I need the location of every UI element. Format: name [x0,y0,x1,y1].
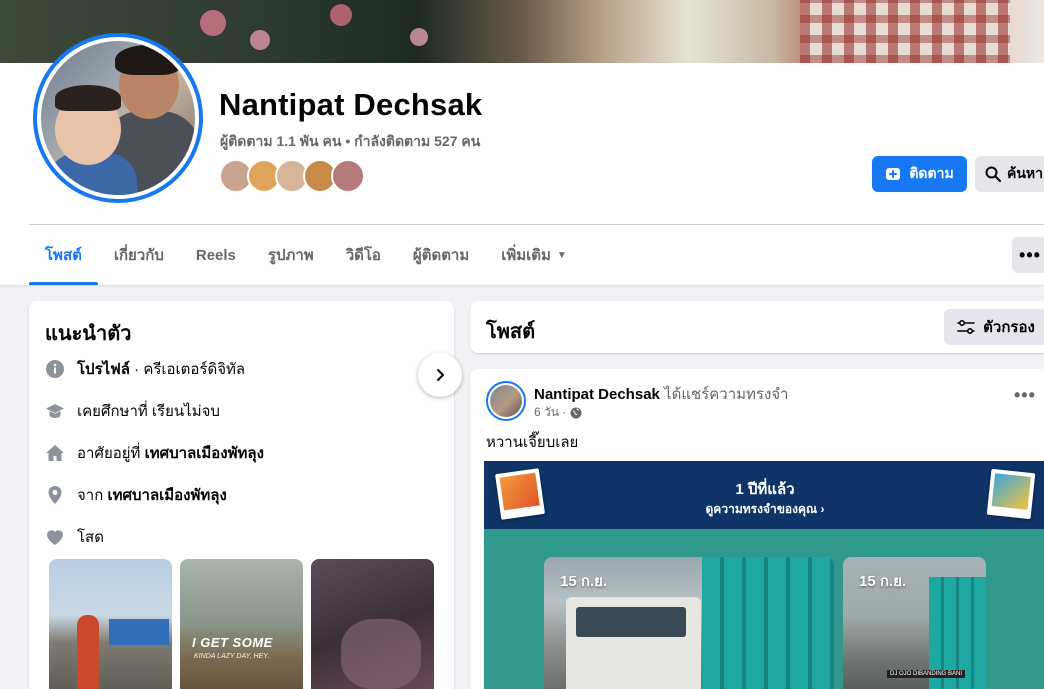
intro-item-relationship: โสด [45,525,104,549]
filter-sliders-icon [957,319,975,335]
follow-plus-icon [886,168,901,180]
profile-name: Nantipat Dechsak [219,87,483,122]
follower-avatar[interactable] [331,159,365,193]
cover-plaid-shirt [800,0,1010,63]
cover-flower [330,4,352,26]
follow-button-label: ติดตาม [909,165,954,181]
memory-photo-date: 15 ก.ย. [859,573,907,590]
post-card: Nantipat Dechsak ได้แชร์ความทรงจำ 6 วัน … [470,369,1044,689]
post-meta: 6 วัน · [534,403,582,422]
intro-item-text: จาก [77,487,108,504]
tab-photos[interactable]: รูปภาพ [252,225,330,285]
memory-link-text: ดูความทรงจำของคุณ [705,502,818,516]
cover-flower [410,28,428,46]
intro-item-lives-in: อาศัยอยู่ที่ เทศบาลเมืองพัทลุง [45,441,264,465]
tab-posts[interactable]: โพสต์ [29,225,98,285]
tab-more[interactable]: เพิ่มเติม ▼ [485,225,583,285]
memory-photo-caption: DJ OJO DIBANDING BANI [887,670,966,678]
tab-reels[interactable]: Reels [180,225,252,285]
more-options-button[interactable]: ••• [1012,237,1044,273]
post-action-text: ได้แชร์ความทรงจำ [659,386,789,403]
home-icon [45,443,65,463]
intro-title: แนะนำตัว [45,323,132,345]
avatar-photo [41,41,195,195]
post-author-name[interactable]: Nantipat Dechsak [534,386,660,403]
profile-tabs: โพสต์ เกี่ยวกับ Reels รูปภาพ วิดีโอ ผู้ต… [29,225,583,285]
cover-flower [250,30,270,50]
search-button[interactable]: ค้นหา [975,156,1044,192]
intro-item-from: จาก เทศบาลเมืองพัทลุง [45,483,227,507]
post-author-avatar[interactable] [486,381,526,421]
intro-card: แนะนำตัว โปรไฟล์ · ครีเอเตอร์ดิจิทัล เคย… [29,301,454,689]
intro-item-text: เคยศึกษาที่ เรียนไม่จบ [77,403,220,420]
post-options-button[interactable]: ••• [1014,385,1036,406]
profile-header: Nantipat Dechsak ผู้ติดตาม 1.1 พัน คน • … [0,33,1044,285]
intro-item-profile: โปรไฟล์ · ครีเอเตอร์ดิจิทัล [45,357,245,381]
tab-label: วิดีโอ [345,247,381,264]
highlight-subtitle: KINDA LAZY DAY, HEY. [194,653,270,660]
heart-icon [45,527,65,547]
follow-button[interactable]: ติดตาม [872,156,967,192]
memory-photo-date: 15 ก.ย. [560,573,608,590]
posts-header-card: โพสต์ ตัวกรอง [470,301,1044,353]
intro-item-text: โสด [77,529,104,546]
location-pin-icon [45,485,65,505]
profile-follow-stats[interactable]: ผู้ติดตาม 1.1 พัน คน • กำลังติดตาม 527 ค… [220,131,480,153]
tab-videos[interactable]: วิดีโอ [330,225,397,285]
follower-avatars [219,159,365,193]
tab-followers[interactable]: ผู้ติดตาม [397,225,485,285]
memory-view-link[interactable]: ดูความทรงจำของคุณ › [484,500,1044,519]
chevron-right-icon [437,369,444,381]
filter-button[interactable]: ตัวกรอง [944,309,1044,345]
memory-card[interactable]: 1 ปีที่แล้ว ดูความทรงจำของคุณ › 15 ก.ย. … [484,461,1044,689]
tab-label: รูปภาพ [267,247,314,264]
post-text: หวานเจี๊ยบเลย [486,434,579,451]
post-timestamp[interactable]: 6 วัน · [534,403,566,422]
tab-label: Reels [195,246,236,264]
memory-photo[interactable]: 15 ก.ย. DJ OJO DIBANDING BANI [843,557,986,689]
excavator-shape [702,557,834,689]
highlight-thumbnail[interactable]: I GET SOME KINDA LAZY DAY, HEY. [180,559,303,689]
intro-item-bold[interactable]: โปรไฟล์ [77,361,130,378]
highlight-title: I GET SOME [192,635,273,650]
filter-button-label: ตัวกรอง [983,319,1035,336]
intro-item-text: · ครีเอเตอร์ดิจิทัล [130,361,246,378]
tab-label: โพสต์ [45,247,82,264]
highlight-thumbnail[interactable] [311,559,434,689]
cover-flower [200,10,226,36]
intro-item-text: อาศัยอยู่ที่ [77,445,145,462]
posts-title: โพสต์ [486,321,536,343]
tab-label: เพิ่มเติม [501,247,551,264]
highlights-next-button[interactable] [418,353,462,397]
memory-photo[interactable]: 15 ก.ย. [544,557,834,689]
globe-icon [570,407,582,418]
featured-highlights: I GET SOME KINDA LAZY DAY, HEY. [49,559,434,689]
search-button-label: ค้นหา [1007,165,1044,181]
memory-banner: 1 ปีที่แล้ว ดูความทรงจำของคุณ › [484,461,1044,529]
profile-avatar[interactable] [33,33,203,203]
tab-label: ผู้ติดตาม [412,247,470,264]
ellipsis-icon: ••• [1014,385,1036,405]
intro-item-bold[interactable]: เทศบาลเมืองพัทลุง [107,487,226,504]
intro-item-bold[interactable]: เทศบาลเมืองพัทลุง [145,445,264,462]
caret-down-icon: ▼ [556,249,567,261]
tab-label: เกี่ยวกับ [113,247,164,264]
chevron-right-icon: › [820,502,825,516]
ellipsis-icon: ••• [1019,244,1041,265]
truck-window [576,607,686,637]
graduation-cap-icon [45,401,65,421]
info-icon [45,359,65,379]
highlight-thumbnail[interactable] [49,559,172,689]
memory-year: 1 ปีที่แล้ว [735,481,795,498]
tab-about[interactable]: เกี่ยวกับ [98,225,180,285]
search-icon [985,166,1001,182]
intro-item-education: เคยศึกษาที่ เรียนไม่จบ [45,399,220,423]
